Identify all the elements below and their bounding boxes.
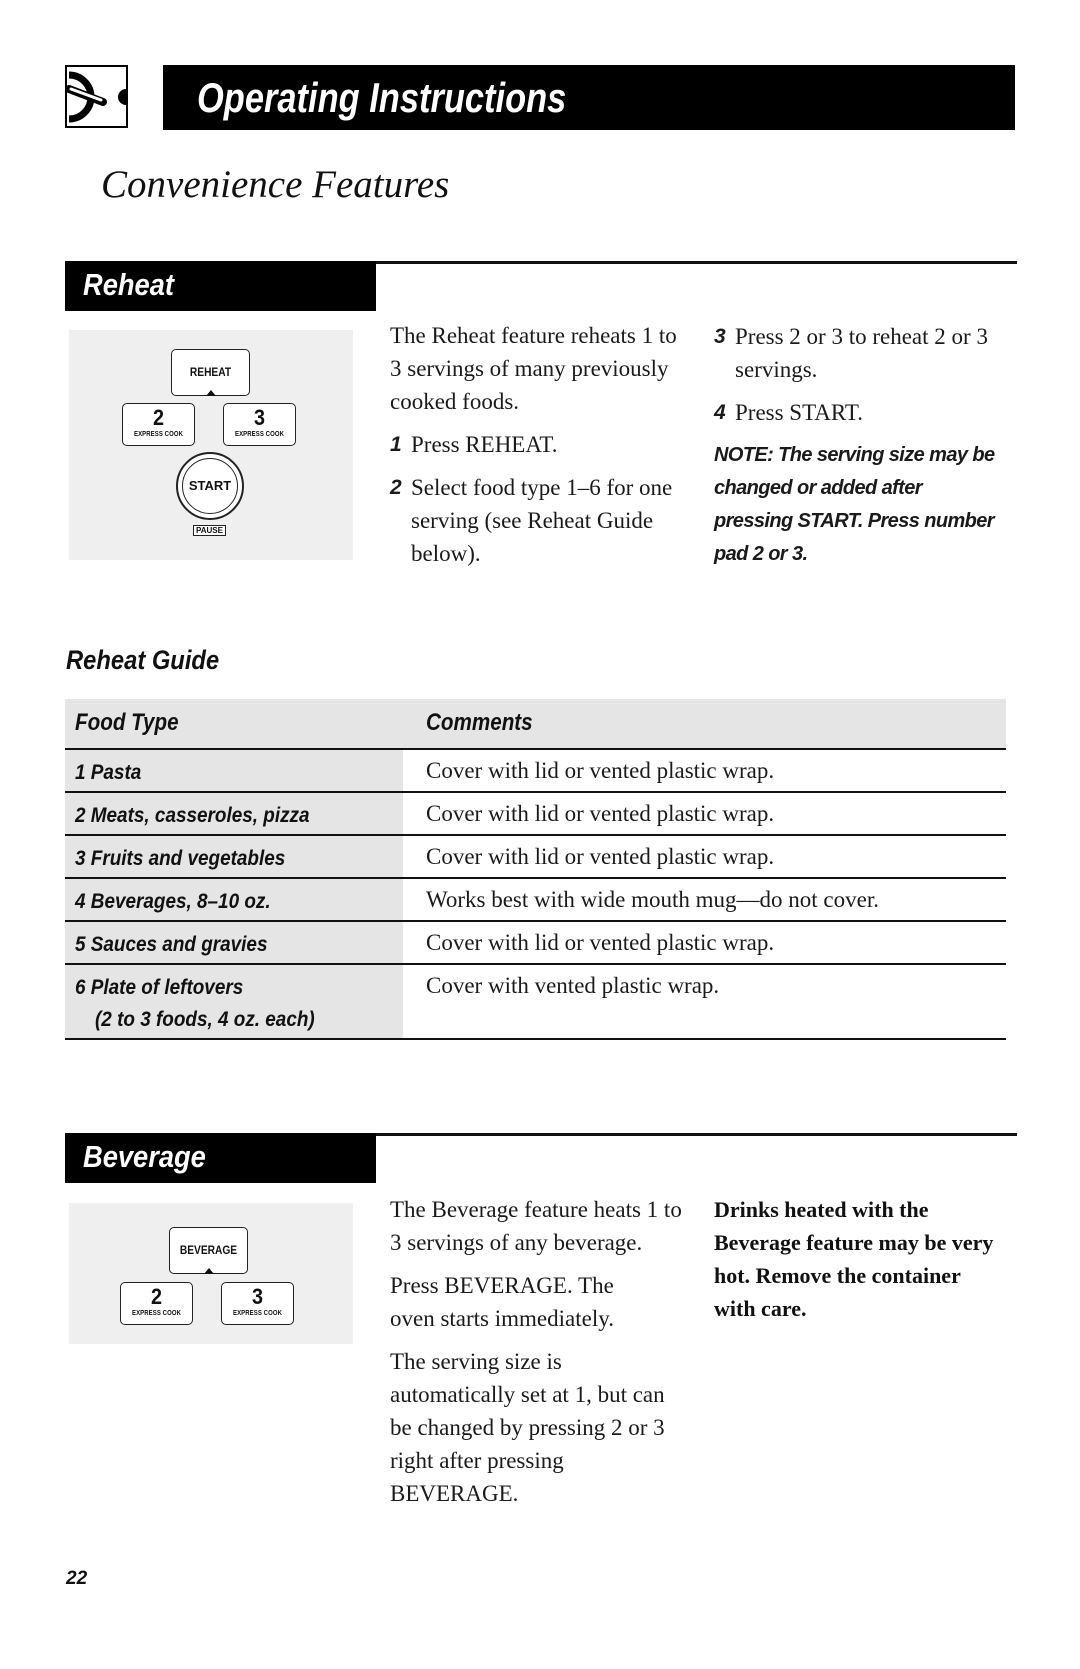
reheat-step: 2 Select food type 1–6 for one serving (s… bbox=[390, 475, 673, 566]
beverage-paragraph: The serving size is automatically set at… bbox=[390, 1349, 665, 1506]
column-header-food-type: Food Type bbox=[75, 709, 179, 736]
pause-label: PAUSE bbox=[193, 525, 226, 536]
table-row: 2 Meats, casseroles, pizza Cover with li… bbox=[65, 793, 1006, 836]
reheat-rule bbox=[376, 261, 1017, 264]
start-key: START bbox=[176, 452, 244, 520]
reheat-step: 1 Press REHEAT. bbox=[390, 432, 558, 457]
table-row: 5 Sauces and gravies Cover with lid or v… bbox=[65, 922, 1006, 965]
food-type-cell: 4 Beverages, 8–10 oz. bbox=[75, 889, 271, 913]
food-type-cell: 3 Fruits and vegetables bbox=[75, 846, 286, 870]
reheat-intro: The Reheat feature reheats 1 to 3 servin… bbox=[390, 323, 677, 414]
beverage-paragraph: The Beverage feature heats 1 to 3 servin… bbox=[390, 1197, 682, 1255]
reheat-column-1: The Reheat feature reheats 1 to 3 servin… bbox=[390, 319, 690, 580]
beverage-heading-bar: Beverage bbox=[65, 1133, 376, 1183]
comment-cell: Works best with wide mouth mug—do not co… bbox=[426, 887, 879, 912]
table-row: 6 Plate of leftovers (2 to 3 foods, 4 oz… bbox=[65, 965, 1006, 1040]
key-3-express-cook: 3 EXPRESS COOK bbox=[221, 1282, 294, 1325]
comment-cell: Cover with lid or vented plastic wrap. bbox=[426, 758, 775, 783]
key-2-express-cook: 2 EXPRESS COOK bbox=[122, 403, 195, 446]
reheat-heading: Reheat bbox=[83, 267, 174, 302]
reheat-keypad-illustration: REHEAT 2 EXPRESS COOK 3 EXPRESS COOK STA… bbox=[69, 330, 353, 560]
table-row: 4 Beverages, 8–10 oz. Works best with wi… bbox=[65, 879, 1006, 922]
page-number: 22 bbox=[66, 1568, 88, 1589]
reheat-key: REHEAT bbox=[171, 349, 250, 396]
section-title: Operating Instructions bbox=[197, 74, 567, 121]
section-title-bar: Operating Instructions bbox=[163, 65, 1015, 130]
reheat-step: 4 Press START. bbox=[714, 400, 863, 425]
reheat-guide-table: Food Type Comments 1 Pasta Cover with li… bbox=[65, 699, 1006, 1040]
beverage-column-1: The Beverage feature heats 1 to 3 servin… bbox=[390, 1193, 685, 1520]
table-header: Food Type Comments bbox=[65, 699, 1006, 750]
beverage-key: BEVERAGE bbox=[169, 1227, 248, 1274]
table-row: 1 Pasta Cover with lid or vented plastic… bbox=[65, 750, 1006, 793]
food-type-subtext: (2 to 3 foods, 4 oz. each) bbox=[95, 1007, 315, 1031]
reheat-heading-bar: Reheat bbox=[65, 261, 376, 311]
reheat-note: NOTE: The serving size may be changed or… bbox=[714, 444, 995, 565]
column-header-comments: Comments bbox=[426, 709, 533, 736]
comment-cell: Cover with lid or vented plastic wrap. bbox=[426, 930, 775, 955]
dial-control-icon bbox=[65, 65, 134, 128]
beverage-paragraph: Press BEVERAGE. The oven starts immediat… bbox=[390, 1273, 614, 1331]
beverage-keypad-illustration: BEVERAGE 2 EXPRESS COOK 3 EXPRESS COOK bbox=[69, 1203, 353, 1344]
food-type-cell: 5 Sauces and gravies bbox=[75, 932, 268, 956]
key-3-express-cook: 3 EXPRESS COOK bbox=[223, 403, 296, 446]
reheat-column-2: 3 Press 2 or 3 to reheat 2 or 3 servings.… bbox=[714, 320, 1014, 571]
reheat-step: 3 Press 2 or 3 to reheat 2 or 3 servings. bbox=[714, 324, 988, 382]
page-title: Convenience Features bbox=[101, 163, 450, 206]
pointer-triangle-icon bbox=[205, 390, 216, 396]
beverage-rule bbox=[376, 1133, 1017, 1136]
pointer-triangle-icon bbox=[203, 1268, 214, 1274]
reheat-guide-title: Reheat Guide bbox=[66, 645, 220, 675]
food-type-cell: 2 Meats, casseroles, pizza bbox=[75, 803, 310, 827]
key-2-express-cook: 2 EXPRESS COOK bbox=[120, 1282, 193, 1325]
food-type-cell: 1 Pasta bbox=[75, 760, 142, 784]
table-row: 3 Fruits and vegetables Cover with lid o… bbox=[65, 836, 1006, 879]
comment-cell: Cover with lid or vented plastic wrap. bbox=[426, 844, 775, 869]
beverage-warning: Drinks heated with the Beverage feature … bbox=[714, 1197, 994, 1321]
food-type-cell: 6 Plate of leftovers bbox=[75, 975, 244, 999]
comment-cell: Cover with lid or vented plastic wrap. bbox=[426, 801, 775, 826]
beverage-heading: Beverage bbox=[83, 1139, 206, 1174]
comment-cell: Cover with vented plastic wrap. bbox=[426, 973, 720, 998]
